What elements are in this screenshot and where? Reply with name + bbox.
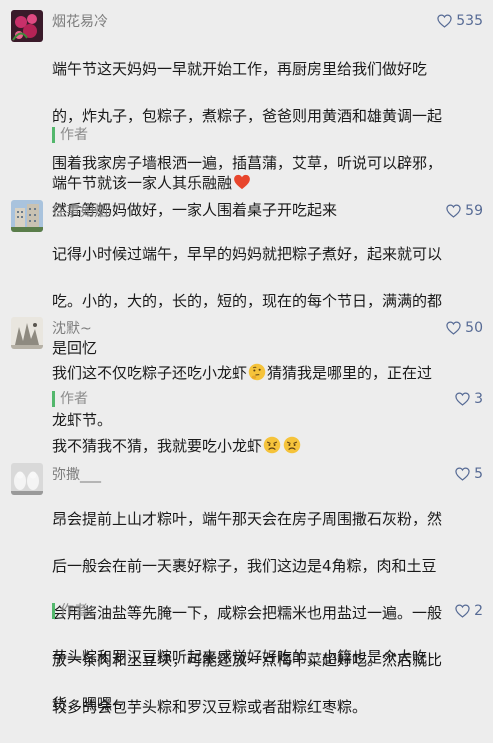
avatar[interactable] xyxy=(11,200,43,232)
comment-line: 昂会提前上山才粽叶，端午那天会在房子周围撒石灰粉，然 xyxy=(52,509,443,528)
comment-feed: 烟花易冷 535 端午节这天妈妈一早就开始工作，再厨房里给我们做好吃 的，炸丸子… xyxy=(0,0,493,716)
reply-text-content: 端午节就该一家人其乐融融 xyxy=(52,173,233,192)
like-button[interactable]: 5 xyxy=(455,465,483,483)
angry-face-emoji xyxy=(263,436,281,453)
comment-line: 吃。小的，大的，长的，短的，现在的每个节日，满满的都 xyxy=(52,291,443,310)
heart-outline-icon xyxy=(437,14,452,28)
angry-face-emoji xyxy=(283,436,301,453)
avatar[interactable] xyxy=(11,10,43,42)
comment-line-part: 猜猜我是哪里的，正在过 xyxy=(267,363,433,382)
reply-author: 作者 xyxy=(60,391,88,407)
author-reply-marker xyxy=(52,391,55,407)
comment-text: 端午节这天妈妈一早就开始工作，再厨房里给我们做好吃 的，炸丸子，包粽子，煮粽子，… xyxy=(52,34,485,246)
comment-line: 的，炸丸子，包粽子，煮粽子，爸爸则用黄酒和雄黄调一起 xyxy=(52,106,443,125)
comment-line: 后一般会在前一天裹好粽子，我们这边是4角粽，肉和土豆 xyxy=(52,556,437,575)
comment-line-part: 我们这不仅吃粽子还吃小龙虾 xyxy=(52,363,248,382)
comment-line: 记得小时候过端午，早早的妈妈就把粽子煮好，起来就可以 xyxy=(52,244,443,263)
heart-outline-icon xyxy=(446,204,461,218)
heart-outline-icon xyxy=(446,321,461,335)
reply-line: 芋头粽和罗汉豆粽听起来感觉好好吃的，小籍也是个大吃 xyxy=(52,647,428,666)
reply-author: 作者 xyxy=(60,603,88,619)
username[interactable]: 烟花易冷 xyxy=(52,13,108,31)
like-count: 2 xyxy=(474,603,483,619)
like-count: 50 xyxy=(465,320,483,336)
heart-outline-icon xyxy=(455,604,470,618)
like-count: 535 xyxy=(456,13,483,29)
like-button[interactable]: 535 xyxy=(437,12,483,30)
red-heart-emoji xyxy=(234,174,250,189)
like-count: 3 xyxy=(474,391,483,407)
like-count: 59 xyxy=(465,203,483,219)
author-reply-marker xyxy=(52,127,55,143)
thinking-face-emoji xyxy=(248,363,266,380)
comment-line: 端午节这天妈妈一早就开始工作，再厨房里给我们做好吃 xyxy=(52,59,428,78)
heart-outline-icon xyxy=(455,392,470,406)
reply-line: 货，嘿嘿~ xyxy=(52,694,125,713)
reply-like-button[interactable]: 3 xyxy=(455,390,483,408)
author-reply-marker xyxy=(52,603,55,619)
heart-outline-icon xyxy=(455,467,470,481)
username[interactable]: 弥撒___ xyxy=(52,466,101,484)
reply-text: 我不猜我不猜，我就要吃小龙虾 xyxy=(52,411,485,458)
avatar[interactable] xyxy=(11,463,43,495)
like-button[interactable]: 50 xyxy=(446,319,483,337)
reply-text: 芋头粽和罗汉豆粽听起来感觉好好吃的，小籍也是个大吃 货，嘿嘿~ xyxy=(52,622,485,740)
reply-text-content: 我不猜我不猜，我就要吃小龙虾 xyxy=(52,436,263,455)
comment-line: 我们这不仅吃粽子还吃小龙虾 猜猜我是哪里的，正在过 xyxy=(52,362,485,386)
like-count: 5 xyxy=(474,466,483,482)
like-button[interactable]: 59 xyxy=(446,202,483,220)
avatar[interactable] xyxy=(11,317,43,349)
reply-text: 端午节就该一家人其乐融融 xyxy=(52,148,485,195)
reply-like-button[interactable]: 2 xyxy=(455,602,483,620)
reply-author: 作者 xyxy=(60,127,88,143)
username[interactable]: 沈默~ xyxy=(52,320,92,338)
